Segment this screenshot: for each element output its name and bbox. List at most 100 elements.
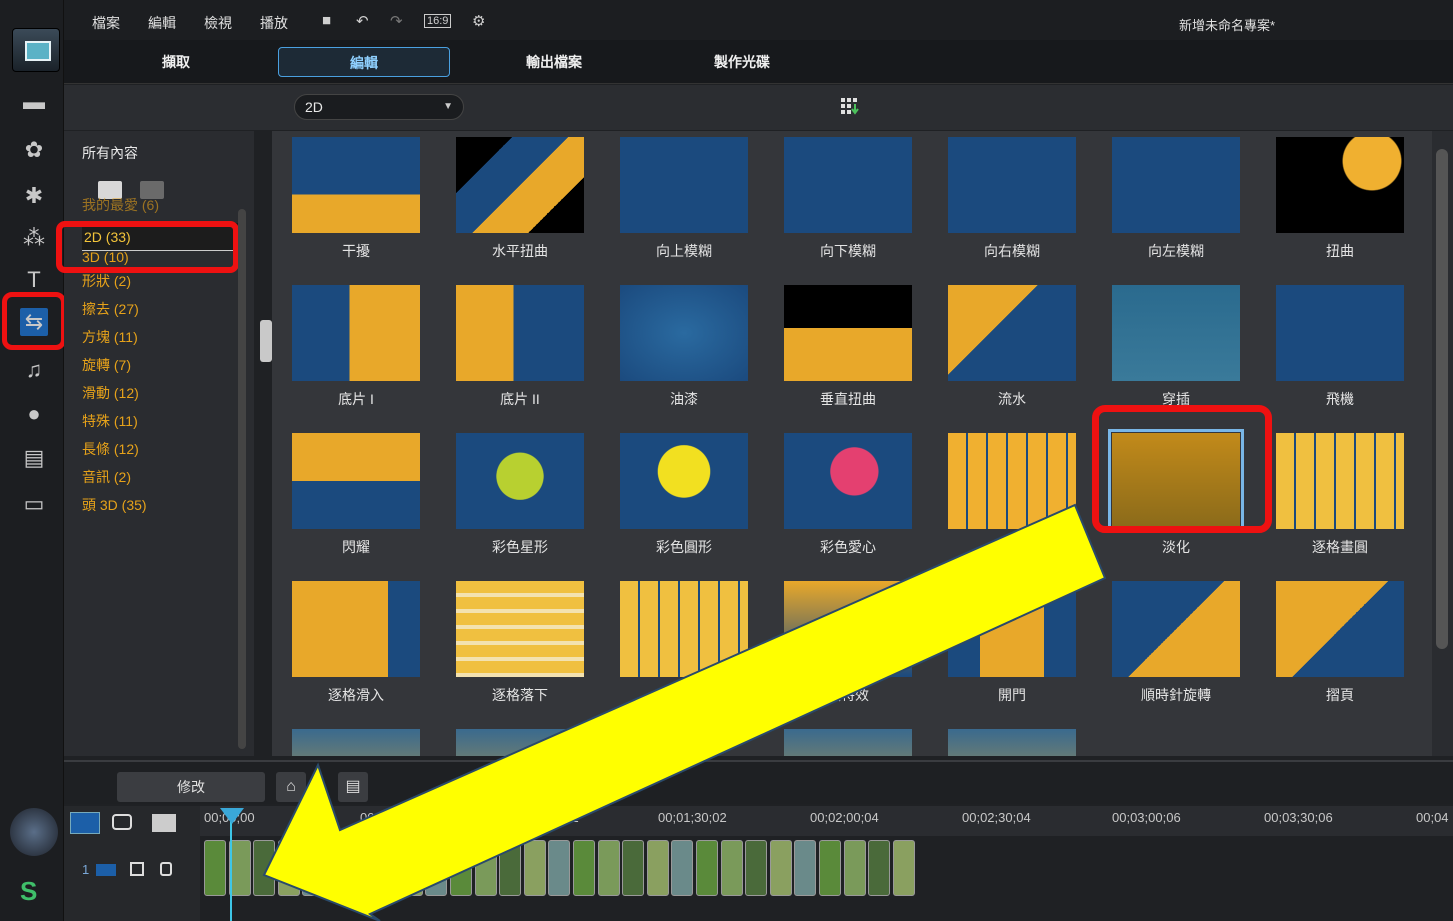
track-enable-checkbox[interactable] [130,862,144,876]
category-item[interactable]: 旋轉 (7) [82,351,242,379]
timeline-clip[interactable] [327,840,349,896]
menu-view[interactable]: 檢視 [204,13,232,33]
timeline-clip[interactable] [376,840,399,896]
timeline-clip[interactable] [253,840,276,896]
media-room-icon[interactable]: ▬ [20,88,48,116]
timeline-clip[interactable] [277,840,300,896]
transition-tile[interactable]: 水平扭曲 [456,137,584,277]
transition-tile[interactable]: 干擾 [292,137,420,277]
timeline-clip[interactable] [745,840,768,896]
category-item[interactable]: 音訊 (2) [82,463,242,491]
timeline-clip[interactable] [892,840,915,896]
transition-tile[interactable]: 向右模糊 [948,137,1076,277]
transition-tile[interactable]: 彩色圓形 [620,433,748,573]
tab-edit[interactable]: 編輯 [278,47,450,77]
timeline-clip[interactable] [474,840,497,896]
timeline-clip[interactable] [573,840,595,896]
category-item[interactable]: 擦去 (27) [82,295,242,323]
timeline-clip[interactable] [204,840,226,896]
redo-icon[interactable]: ↷ [390,12,403,30]
category-item[interactable]: 我的最愛 (6) [82,195,242,215]
category-item[interactable]: 頭 3D (35) [82,491,242,519]
transition-tile[interactable]: 穿插 [1112,285,1240,425]
aspect-ratio-selector[interactable]: 16:9 [424,14,452,28]
transition-tile[interactable]: 底片 I [292,285,420,425]
timeline-clip[interactable] [597,840,620,896]
timeline-view-icon[interactable] [70,812,100,834]
transition-tile[interactable]: 彩色星形 [456,433,584,573]
transition-tile[interactable]: 向上模糊 [620,137,748,277]
transition-tile[interactable] [292,729,420,756]
timeline-clip[interactable] [302,840,325,896]
transition-tile[interactable]: 逐格畫圓 [1276,433,1404,573]
title-room-icon[interactable]: T [20,266,48,294]
magic-tools-icon[interactable] [10,808,58,856]
subtitle-icon[interactable]: ▭ [20,490,48,518]
category-item[interactable]: 方塊 (11) [82,323,242,351]
transition-tile[interactable]: 垂直扭曲 [784,285,912,425]
transition-tile[interactable]: 彩色愛心 [784,433,912,573]
menu-play[interactable]: 播放 [260,13,288,33]
timeline-clip[interactable] [425,840,448,896]
fx-room-icon[interactable]: ✿ [20,136,48,164]
transition-tile[interactable]: 向左模糊 [1112,137,1240,277]
transition-tile[interactable]: 油漆 [620,285,748,425]
collapse-panel-handle[interactable] [260,320,272,362]
transition-tile[interactable]: 開門 [948,581,1076,721]
transition-tile[interactable]: 摺頁 [1276,581,1404,721]
transition-tile[interactable]: 順時針旋轉 [1112,581,1240,721]
transition-tile[interactable]: 流水 [948,285,1076,425]
chapter-icon[interactable]: ▤ [20,444,48,472]
category-item[interactable]: 特殊 (11) [82,407,242,435]
timeline-clip[interactable] [523,840,546,896]
transition-tile[interactable]: 閃耀 [292,433,420,573]
transition-tile[interactable]: 無特效 [784,581,912,721]
transition-tile[interactable] [620,581,748,721]
transition-tile[interactable] [948,729,1076,756]
timeline-clip[interactable] [843,840,866,896]
timeline-clip[interactable] [696,840,718,896]
voice-record-icon[interactable]: ● [20,400,48,428]
sort-grid-icon[interactable] [840,97,860,117]
timeline-clip[interactable] [868,840,891,896]
timeline-clip[interactable] [450,840,472,896]
timeline-clip[interactable] [646,840,669,896]
menu-file[interactable]: 檔案 [92,13,120,33]
timeline-clip[interactable] [720,840,743,896]
transition-tile[interactable]: 逐格落下 [456,581,584,721]
library-scrollbar[interactable] [1432,131,1453,756]
audio-mix-icon[interactable]: ♫ [20,356,48,384]
transition-tile[interactable]: 向下模糊 [784,137,912,277]
add-track-icon[interactable] [152,814,176,832]
timeline-clip[interactable] [769,840,792,896]
playhead[interactable] [230,808,232,921]
video-track[interactable] [200,836,1453,921]
undo-icon[interactable]: ↶ [356,12,369,30]
timeline-clip[interactable] [671,840,694,896]
timeline-clip[interactable] [548,840,571,896]
category-item[interactable]: 滑動 (12) [82,379,242,407]
scroll-thumb[interactable] [1436,149,1448,649]
timeline-tools-icon[interactable]: ▤ [338,772,368,802]
settings-gear-icon[interactable]: ⚙ [472,12,485,30]
all-content-label[interactable]: 所有內容 [82,143,138,163]
timeline-ruler[interactable]: 00;00;00 00;00;30;00 00;01;00;02 00;01;3… [200,806,1453,836]
tab-create-disc[interactable]: 製作光碟 [656,47,828,77]
transition-tile[interactable] [456,729,584,756]
timeline-clip[interactable] [400,840,423,896]
tab-produce[interactable]: 輸出檔案 [468,47,640,77]
timeline-clip[interactable] [622,840,645,896]
timeline-clip[interactable] [794,840,817,896]
transition-tile[interactable] [784,729,912,756]
transition-tile[interactable] [948,433,1076,573]
timeline-clip[interactable] [499,840,522,896]
transition-tile[interactable]: 底片 II [456,285,584,425]
storyboard-view-icon[interactable] [112,814,132,830]
tab-capture[interactable]: 擷取 [90,47,262,77]
category-item[interactable]: 長條 (12) [82,435,242,463]
category-scrollbar[interactable] [238,209,246,749]
timeline-clip[interactable] [351,840,374,896]
transition-tile[interactable]: 飛機 [1276,285,1404,425]
save-icon[interactable]: ■ [322,12,331,29]
delete-icon[interactable]: ⌂ [276,772,306,802]
